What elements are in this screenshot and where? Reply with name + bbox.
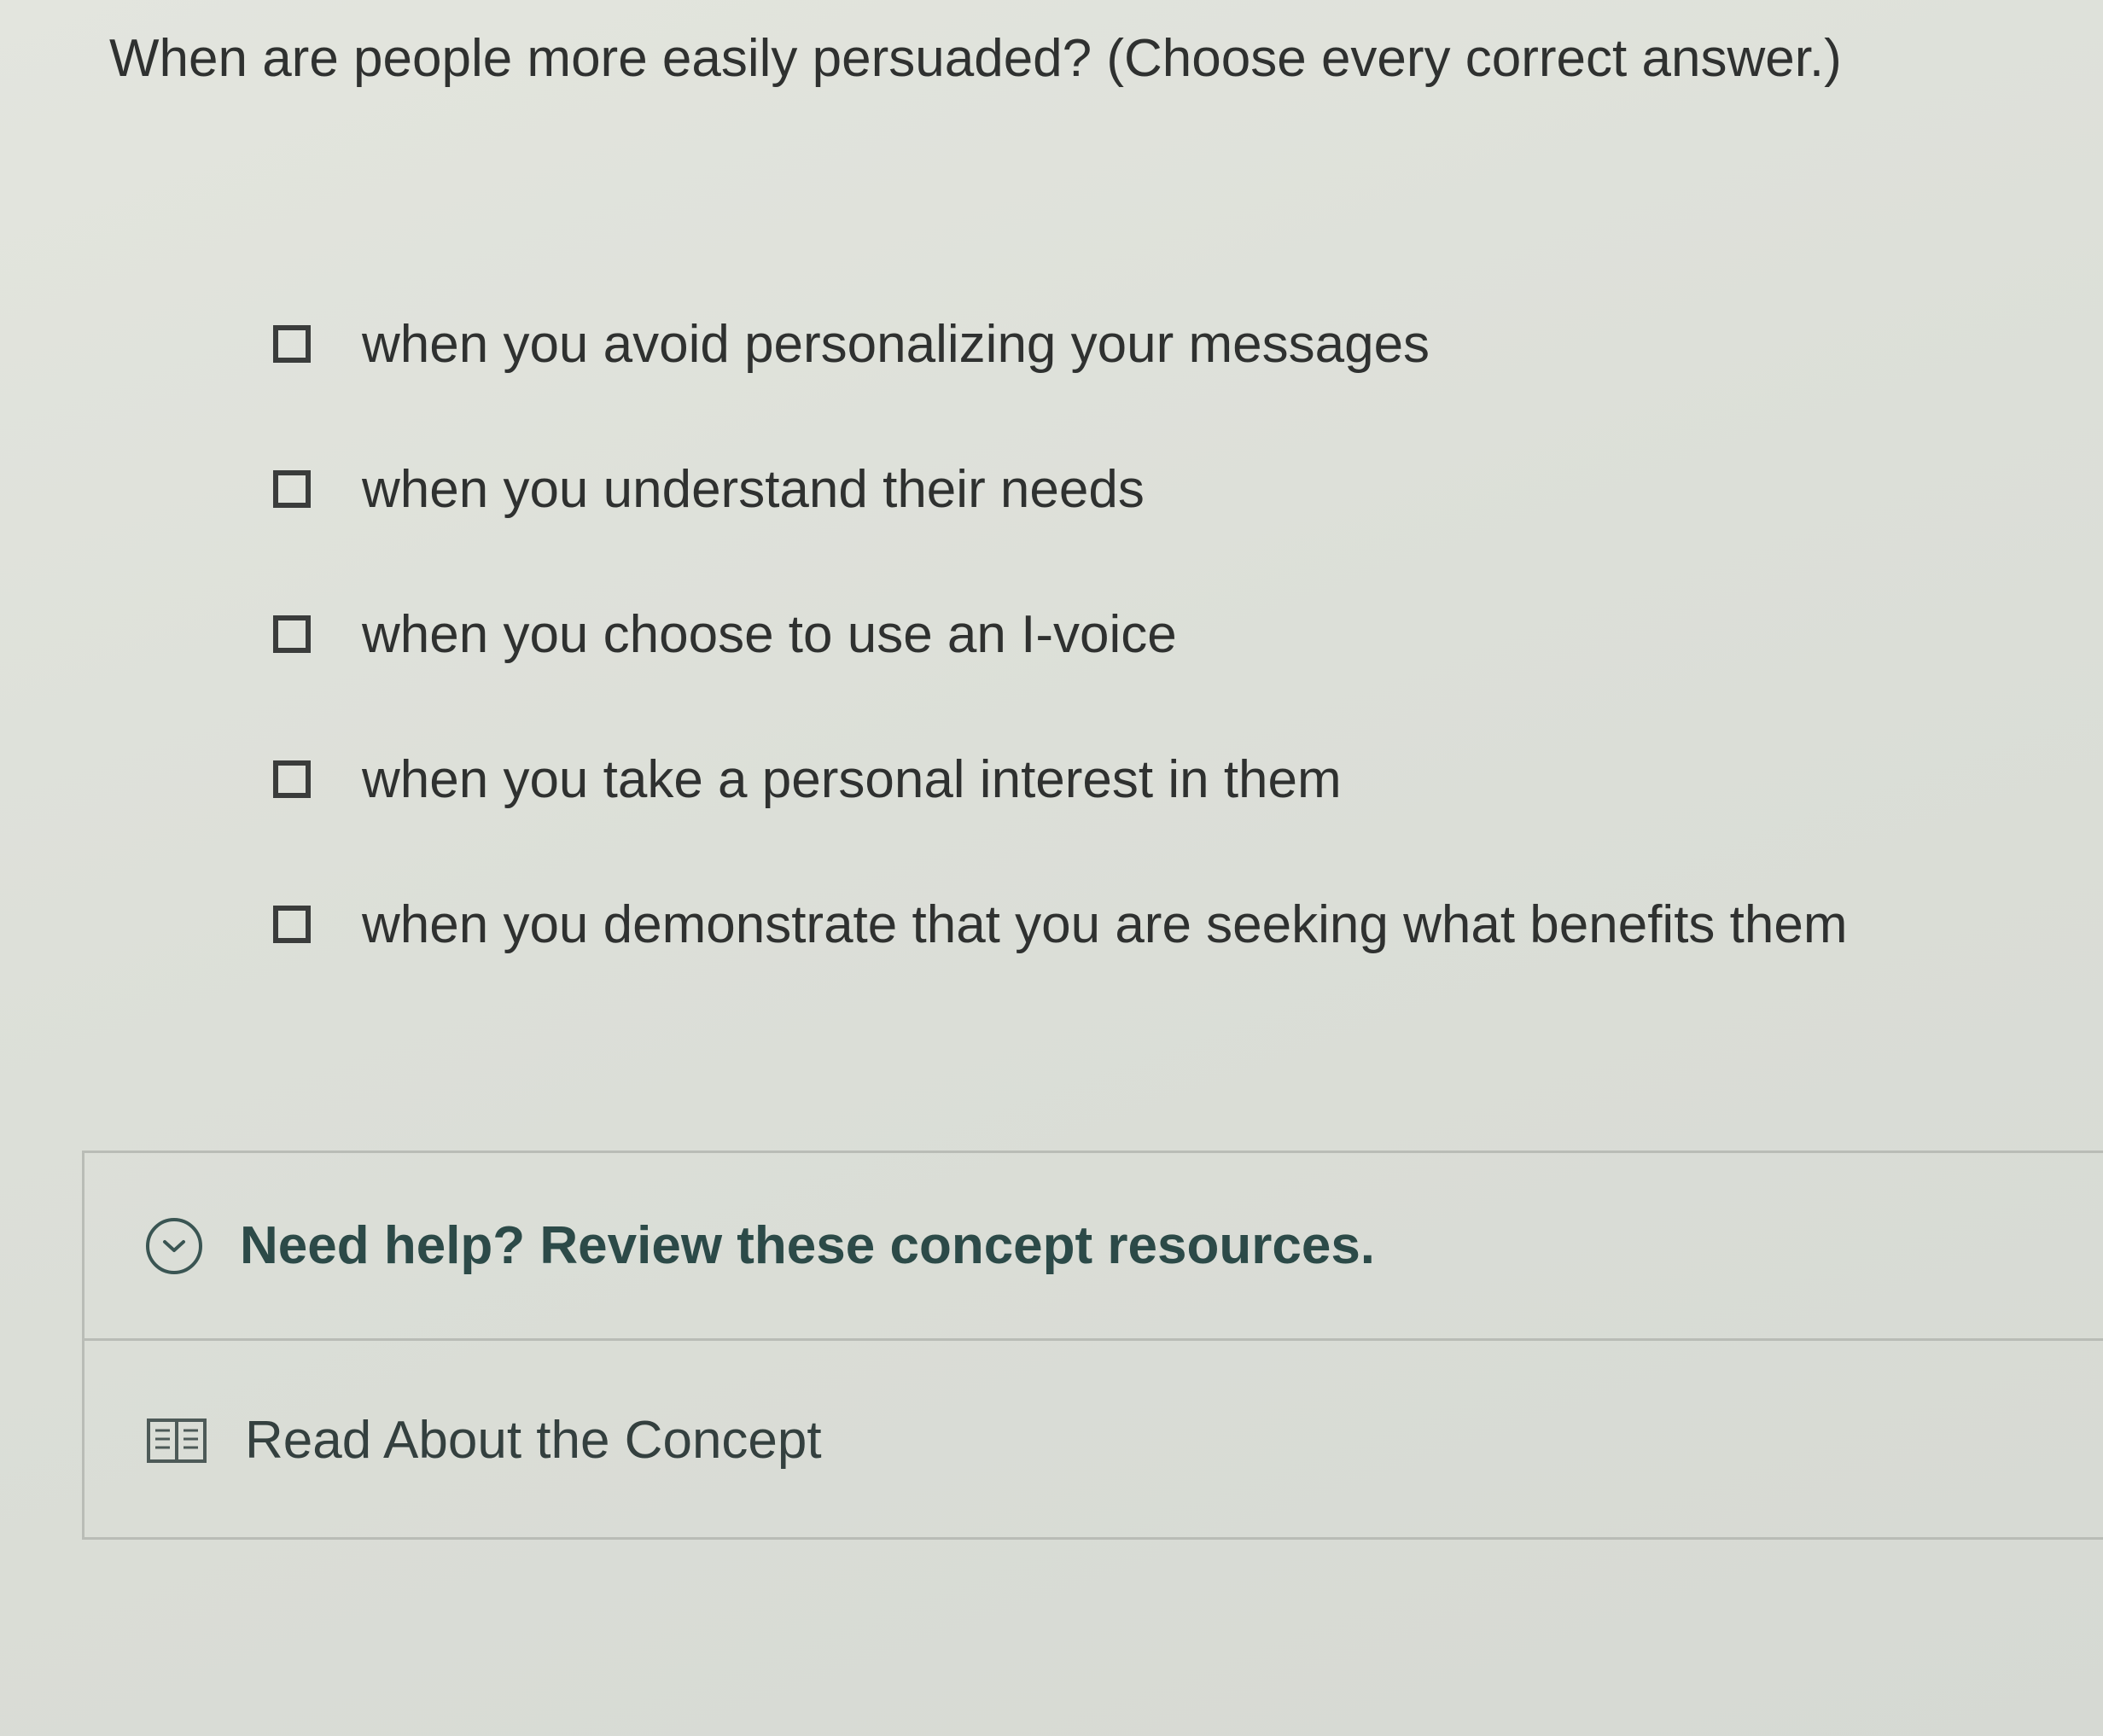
help-toggle-button[interactable]: Need help? Review these concept resource…	[84, 1153, 2103, 1341]
help-panel: Need help? Review these concept resource…	[82, 1151, 2103, 1540]
book-icon	[146, 1415, 207, 1466]
option-understand-needs[interactable]: when you understand their needs	[273, 451, 1847, 527]
option-personal-interest[interactable]: when you take a personal interest in the…	[273, 741, 1847, 818]
option-i-voice[interactable]: when you choose to use an I-voice	[273, 596, 1847, 673]
resource-label: Read About the Concept	[245, 1411, 822, 1470]
checkbox[interactable]	[273, 615, 311, 653]
option-avoid-personalizing[interactable]: when you avoid personalizing your messag…	[273, 306, 1847, 382]
option-label: when you understand their needs	[362, 459, 1145, 519]
question-text: When are people more easily persuaded? (…	[109, 29, 1842, 88]
read-about-concept-link[interactable]: Read About the Concept	[84, 1341, 2103, 1540]
option-label: when you choose to use an I-voice	[362, 604, 1177, 664]
checkbox[interactable]	[273, 470, 311, 508]
option-label: when you avoid personalizing your messag…	[362, 314, 1430, 374]
help-title: Need help? Review these concept resource…	[240, 1216, 1376, 1275]
checkbox[interactable]	[273, 760, 311, 798]
option-seeking-benefits[interactable]: when you demonstrate that you are seekin…	[273, 886, 1847, 963]
answer-options: when you avoid personalizing your messag…	[273, 306, 1847, 1031]
chevron-down-icon[interactable]	[146, 1217, 202, 1274]
option-label: when you demonstrate that you are seekin…	[362, 894, 1848, 954]
option-label: when you take a personal interest in the…	[362, 749, 1342, 809]
checkbox[interactable]	[273, 325, 311, 363]
checkbox[interactable]	[273, 906, 311, 943]
